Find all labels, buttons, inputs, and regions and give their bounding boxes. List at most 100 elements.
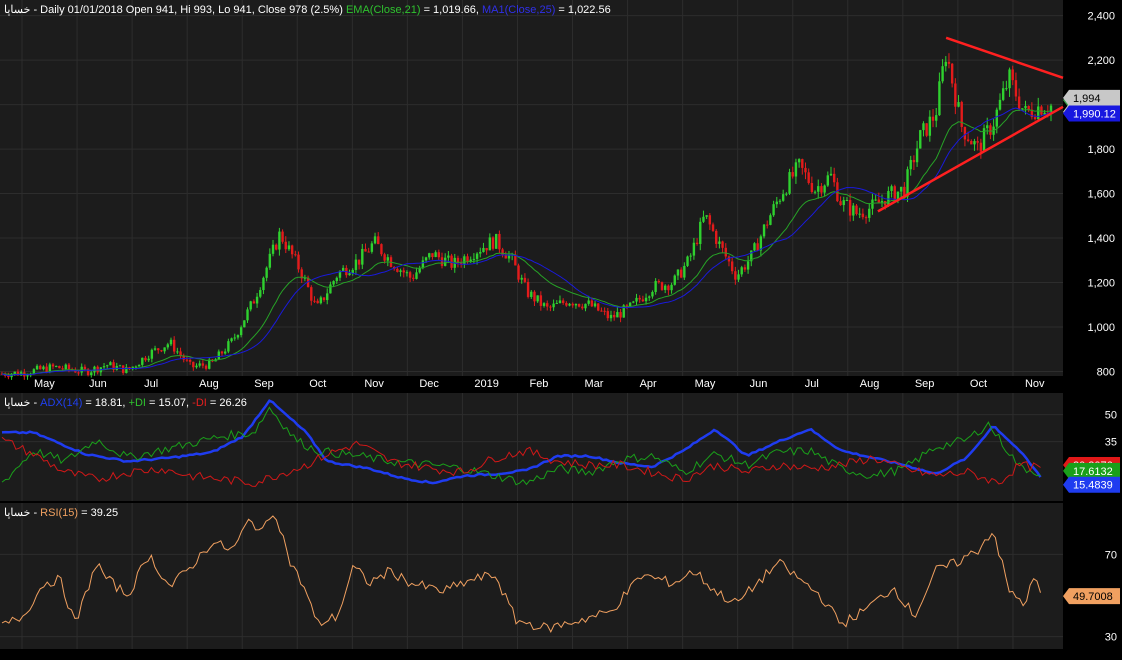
x-tick-label: Apr bbox=[640, 378, 657, 390]
candle-body bbox=[316, 300, 319, 304]
candle-body bbox=[297, 254, 300, 270]
candle-body bbox=[635, 297, 638, 302]
candle-body bbox=[348, 273, 351, 276]
candle-body bbox=[45, 366, 48, 373]
candle-body bbox=[628, 302, 632, 306]
candle-body bbox=[367, 251, 370, 253]
candle-body bbox=[858, 213, 861, 215]
candle-body bbox=[526, 281, 530, 297]
candle-body bbox=[778, 200, 782, 202]
candle-body bbox=[77, 372, 80, 374]
candle-body bbox=[842, 200, 845, 206]
x-tick-label: Nov bbox=[364, 378, 384, 390]
candle-body bbox=[848, 200, 852, 216]
candle-body bbox=[262, 277, 265, 291]
candle-body bbox=[552, 303, 555, 308]
candle-body bbox=[227, 341, 230, 352]
candle-body bbox=[692, 242, 696, 256]
candle-body bbox=[188, 359, 192, 362]
main-header: خساپا - Daily 01/01/2018 Open 941, Hi 99… bbox=[4, 3, 611, 16]
x-tick-label: Feb bbox=[529, 378, 548, 390]
candle-body bbox=[966, 139, 970, 141]
candle-body bbox=[144, 357, 147, 361]
candle-body bbox=[995, 109, 998, 127]
y-tick-label: 1,400 bbox=[1087, 233, 1115, 245]
candle-body bbox=[201, 363, 205, 366]
candle-body bbox=[638, 297, 641, 300]
candle-body bbox=[625, 305, 629, 307]
candle-body bbox=[479, 252, 482, 254]
candle-body bbox=[176, 351, 179, 353]
candle-body bbox=[160, 350, 163, 352]
candle-body bbox=[1005, 88, 1008, 90]
y-tick-label: 1,600 bbox=[1087, 189, 1115, 201]
candle-body bbox=[90, 372, 93, 376]
candle-body bbox=[619, 312, 622, 318]
candle-body bbox=[246, 309, 249, 321]
candle-body bbox=[265, 267, 268, 278]
candle-body bbox=[150, 349, 154, 359]
candle-body bbox=[488, 237, 492, 251]
candle-body bbox=[989, 125, 992, 135]
candle-body bbox=[405, 272, 409, 274]
mdi-value: = 26.26 bbox=[206, 397, 247, 409]
candle-body bbox=[705, 215, 708, 217]
candle-body bbox=[925, 123, 928, 136]
candle-body bbox=[55, 365, 58, 367]
candle-body bbox=[533, 291, 536, 302]
candle-body bbox=[998, 99, 1002, 110]
candle-body bbox=[667, 285, 670, 291]
candle-body bbox=[268, 253, 272, 268]
candle-body bbox=[555, 303, 558, 305]
candle-body bbox=[153, 348, 157, 350]
candle-body bbox=[730, 261, 734, 272]
candle-body bbox=[220, 351, 224, 354]
candle-body bbox=[243, 320, 246, 328]
candle-body bbox=[354, 259, 358, 270]
candle-body bbox=[935, 115, 938, 121]
candle-body bbox=[357, 259, 361, 265]
candle-body bbox=[313, 300, 316, 302]
y-tick-label: 800 bbox=[1097, 367, 1115, 379]
candle-body bbox=[380, 244, 383, 255]
candle-body bbox=[1014, 80, 1018, 97]
candle-body bbox=[753, 243, 756, 251]
candle-body bbox=[568, 303, 571, 306]
rsi-pane bbox=[0, 503, 1063, 649]
mdi-label: -DI bbox=[192, 397, 207, 409]
candle-body bbox=[734, 271, 737, 280]
candle-body bbox=[322, 297, 326, 301]
candle-body bbox=[255, 296, 259, 304]
candle-body bbox=[683, 265, 686, 278]
x-tick-label: Oct bbox=[309, 378, 326, 390]
candle-body bbox=[679, 269, 683, 278]
ema-label: EMA(Close,21) bbox=[345, 4, 421, 16]
candle-body bbox=[329, 284, 332, 294]
candle-body bbox=[606, 311, 610, 319]
candle-body bbox=[663, 285, 667, 290]
candle-body bbox=[249, 301, 252, 310]
candle-body bbox=[641, 299, 645, 302]
candle-body bbox=[542, 303, 546, 306]
ma-value: = 1,022.56 bbox=[555, 4, 611, 16]
candle-body bbox=[839, 201, 842, 206]
x-tick-label: Oct bbox=[970, 378, 987, 390]
candle-body bbox=[791, 172, 794, 177]
candle-body bbox=[829, 173, 833, 176]
candle-body bbox=[963, 127, 967, 140]
candle-body bbox=[660, 282, 664, 290]
candle-body bbox=[208, 359, 211, 369]
candle-body bbox=[909, 159, 912, 170]
candle-body bbox=[530, 291, 533, 297]
candle-body bbox=[711, 224, 715, 231]
candle-body bbox=[1037, 106, 1040, 120]
candle-body bbox=[762, 224, 766, 237]
candle-body bbox=[976, 141, 979, 143]
candle-body bbox=[912, 159, 916, 163]
candle-body bbox=[644, 297, 648, 302]
y-tick-label: 1,800 bbox=[1087, 144, 1115, 156]
candle-body bbox=[746, 261, 750, 270]
y-tick-label: 50 bbox=[1105, 410, 1117, 422]
candle-body bbox=[386, 257, 390, 261]
candle-body bbox=[676, 269, 680, 276]
